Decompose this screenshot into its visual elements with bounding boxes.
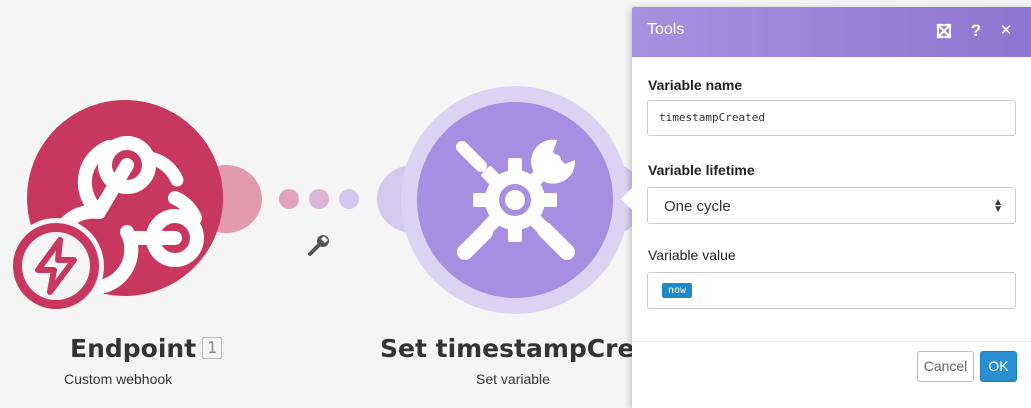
scenario-canvas: Endpoint 1 Custom webhook Set timestampCr… xyxy=(0,0,1031,408)
instant-trigger-badge xyxy=(8,218,104,314)
variable-lifetime-label: Variable lifetime xyxy=(648,162,755,178)
expand-icon[interactable] xyxy=(934,21,954,41)
variable-name-input[interactable]: timestampCreated xyxy=(647,100,1016,136)
route-dot xyxy=(339,189,359,209)
tools-module[interactable] xyxy=(417,102,613,298)
variable-value-input[interactable]: now xyxy=(647,272,1016,309)
route-dot xyxy=(279,189,299,209)
panel-title: Tools xyxy=(647,21,685,38)
tools-module-subtitle: Set variable xyxy=(476,371,550,387)
variable-lifetime-value: One cycle xyxy=(664,198,731,215)
endpoint-module-subtitle: Custom webhook xyxy=(64,371,173,387)
endpoint-module-title: Endpoint 1 xyxy=(70,333,223,365)
ok-button[interactable]: OK xyxy=(980,351,1017,382)
module-settings-panel: Tools ? ✕ Variable name timestampCreated… xyxy=(621,7,1031,408)
variable-name-label: Variable name xyxy=(648,77,743,93)
variable-lifetime-select[interactable]: One cycle ▲ ▼ xyxy=(647,187,1016,224)
help-icon[interactable]: ? xyxy=(966,21,986,41)
variable-name-value: timestampCreated xyxy=(659,111,765,124)
close-icon[interactable]: ✕ xyxy=(996,21,1016,41)
route-dot xyxy=(309,189,329,209)
tools-icon xyxy=(456,139,576,260)
panel-header: Tools ? ✕ xyxy=(632,7,1031,57)
variable-value-label: Variable value xyxy=(648,247,736,263)
select-caret-icon: ▲ ▼ xyxy=(993,197,1003,215)
operation-count-badge: 1 xyxy=(202,337,223,359)
lightning-icon xyxy=(35,237,77,295)
mapped-value-pill[interactable]: now xyxy=(662,283,693,298)
cancel-button[interactable]: Cancel xyxy=(917,351,974,382)
panel-pointer xyxy=(621,188,632,210)
route-settings-wrench-icon[interactable] xyxy=(306,232,332,258)
panel-footer-divider xyxy=(632,341,1031,342)
